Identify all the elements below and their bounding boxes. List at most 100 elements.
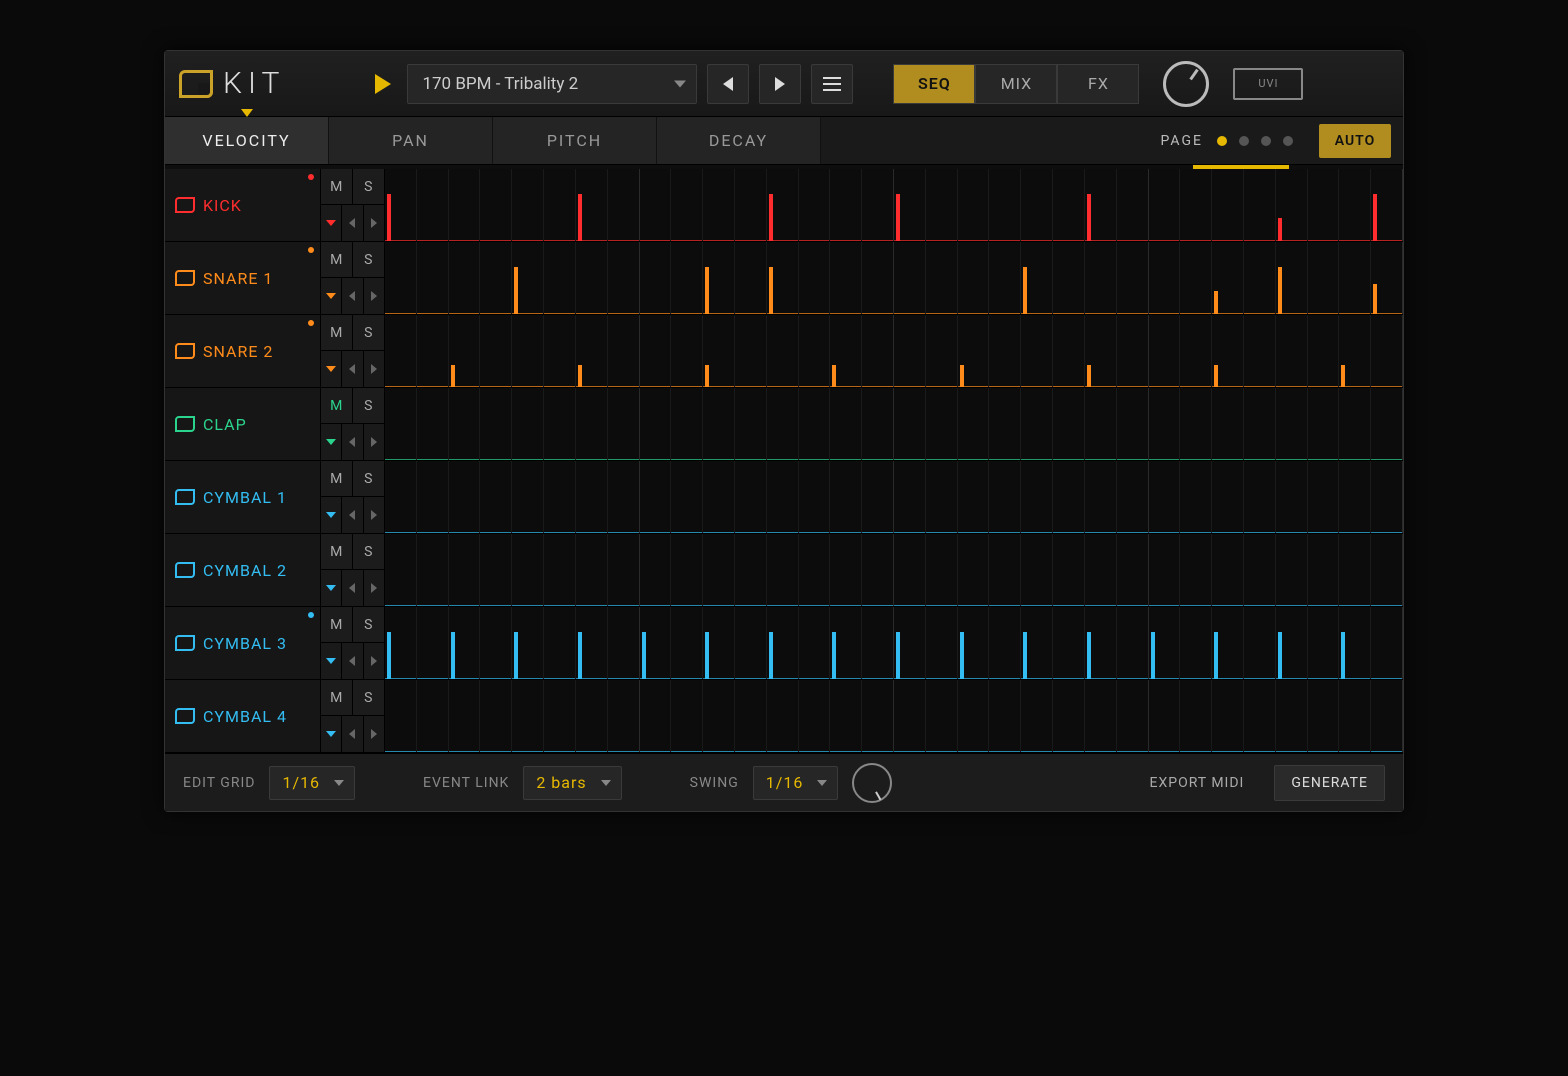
track-title[interactable]: SNARE 1 [165,242,320,314]
step-cell[interactable] [799,169,831,241]
velocity-bar[interactable] [896,194,900,241]
step-cell[interactable] [1117,680,1149,752]
step-cell[interactable] [385,169,417,241]
step-cell[interactable] [1308,534,1340,606]
step-cell[interactable] [830,607,862,679]
auto-button[interactable]: AUTO [1319,124,1391,158]
step-cell[interactable] [480,388,512,460]
step-cell[interactable] [1180,461,1212,533]
velocity-bar[interactable] [896,632,900,679]
step-cell[interactable] [512,607,544,679]
step-cell[interactable] [989,169,1021,241]
step-cell[interactable] [1085,315,1117,387]
track-menu-button[interactable] [321,278,342,314]
step-cell[interactable] [989,607,1021,679]
step-cell[interactable] [640,607,672,679]
velocity-bar[interactable] [705,365,709,387]
preset-prev-button[interactable] [707,64,749,104]
track-title[interactable]: CLAP [165,388,320,460]
step-cell[interactable] [989,242,1021,314]
step-cell[interactable] [576,169,608,241]
step-cell[interactable] [926,242,958,314]
velocity-bar[interactable] [1214,632,1218,679]
step-cell[interactable] [958,388,990,460]
step-cell[interactable] [1308,315,1340,387]
step-cell[interactable] [544,315,576,387]
step-cell[interactable] [449,534,481,606]
play-button[interactable] [375,74,391,94]
step-cell[interactable] [1149,315,1181,387]
step-cell[interactable] [385,534,417,606]
step-cell[interactable] [1053,388,1085,460]
velocity-bar[interactable] [1278,218,1282,241]
step-cell[interactable] [544,461,576,533]
view-mix-button[interactable]: MIX [975,64,1057,104]
step-cell[interactable] [608,169,640,241]
track-title[interactable]: CYMBAL 4 [165,680,320,752]
step-cell[interactable] [989,315,1021,387]
step-cell[interactable] [862,315,894,387]
step-cell[interactable] [767,242,799,314]
step-cell[interactable] [640,461,672,533]
step-cell[interactable] [958,680,990,752]
velocity-bar[interactable] [1151,632,1155,679]
step-cell[interactable] [735,169,767,241]
step-cell[interactable] [608,534,640,606]
mute-button[interactable]: M [321,169,353,205]
step-cell[interactable] [830,388,862,460]
step-cell[interactable] [1053,607,1085,679]
step-cell[interactable] [417,315,449,387]
step-cell[interactable] [862,680,894,752]
step-cell[interactable] [862,388,894,460]
mute-button[interactable]: M [321,315,353,351]
mute-button[interactable]: M [321,461,353,497]
shift-right-button[interactable] [364,497,384,533]
solo-button[interactable]: S [353,461,385,497]
step-cell[interactable] [1021,607,1053,679]
step-cell[interactable] [1021,680,1053,752]
step-cell[interactable] [830,315,862,387]
step-cell[interactable] [576,461,608,533]
velocity-bar[interactable] [642,632,646,679]
step-cell[interactable] [544,534,576,606]
step-cell[interactable] [1212,242,1244,314]
step-cell[interactable] [1371,534,1403,606]
velocity-bar[interactable] [1278,267,1282,314]
step-cell[interactable] [862,534,894,606]
step-cell[interactable] [894,315,926,387]
step-cell[interactable] [1021,315,1053,387]
track-menu-button[interactable] [321,716,342,752]
velocity-bar[interactable] [1023,632,1027,679]
step-cell[interactable] [1308,388,1340,460]
step-cell[interactable] [1339,242,1371,314]
step-cell[interactable] [608,461,640,533]
step-cell[interactable] [830,242,862,314]
step-cell[interactable] [1117,169,1149,241]
step-cell[interactable] [1339,169,1371,241]
step-cell[interactable] [926,461,958,533]
step-cell[interactable] [671,169,703,241]
step-cell[interactable] [1244,242,1276,314]
track-menu-button[interactable] [321,424,342,460]
step-cell[interactable] [449,607,481,679]
solo-button[interactable]: S [353,680,385,716]
step-cell[interactable] [1371,607,1403,679]
step-cell[interactable] [1276,315,1308,387]
step-cell[interactable] [671,607,703,679]
step-cell[interactable] [1149,169,1181,241]
step-cell[interactable] [894,680,926,752]
step-cell[interactable] [576,242,608,314]
step-cell[interactable] [480,242,512,314]
step-cell[interactable] [703,315,735,387]
step-cell[interactable] [512,388,544,460]
step-cell[interactable] [1149,242,1181,314]
track-menu-button[interactable] [321,205,342,241]
step-cell[interactable] [1244,315,1276,387]
step-cell[interactable] [1180,169,1212,241]
tab-pan[interactable]: PAN [329,117,493,164]
step-cell[interactable] [1180,388,1212,460]
step-cell[interactable] [608,607,640,679]
step-cell[interactable] [576,680,608,752]
step-cell[interactable] [640,169,672,241]
preset-next-button[interactable] [759,64,801,104]
